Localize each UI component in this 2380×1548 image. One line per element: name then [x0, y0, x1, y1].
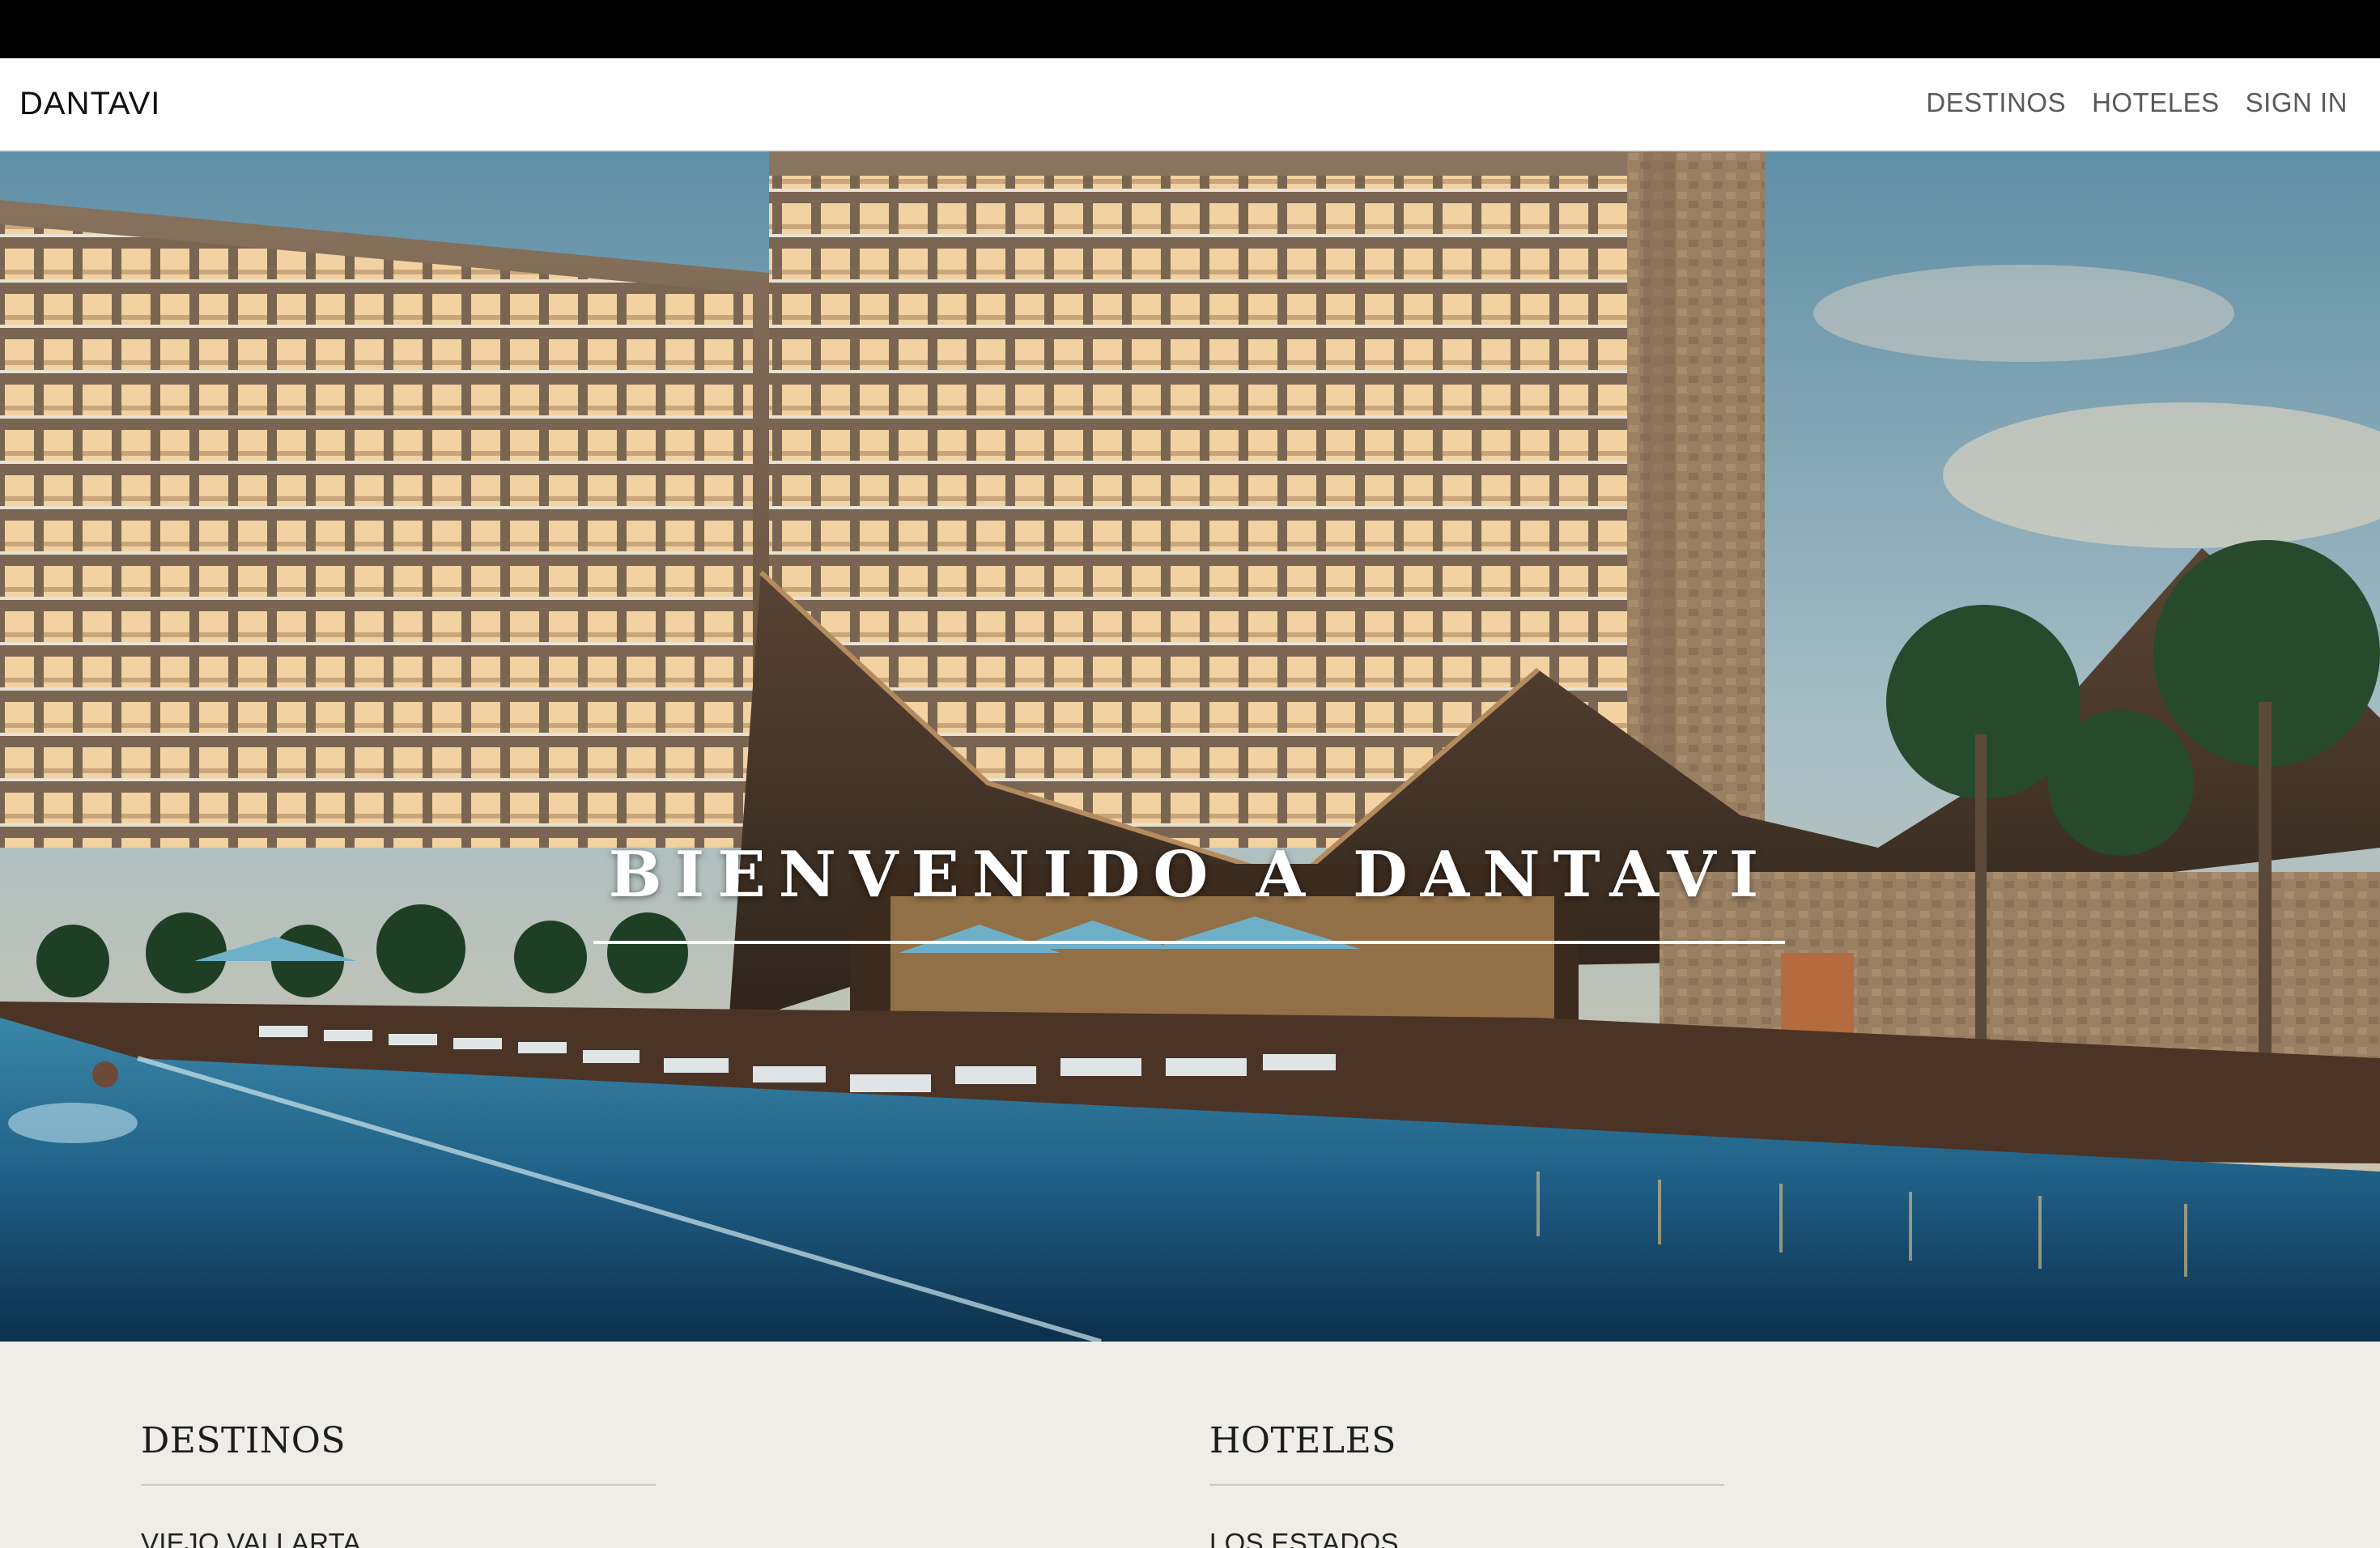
nav-link-sign-in[interactable]: SIGN IN [2246, 87, 2348, 118]
list-item: LOS ESTADOS [1209, 1528, 1724, 1548]
hero-title-divider [593, 941, 1785, 944]
hoteles-list: LOS ESTADOS [1209, 1528, 1724, 1548]
hoteles-column: HOTELES LOS ESTADOS [1209, 1420, 1724, 1548]
destinos-heading: DESTINOS [141, 1420, 346, 1461]
hotel-link-los-estados[interactable]: LOS ESTADOS [1209, 1528, 1399, 1548]
hero-banner: BIENVENIDO A DANTAVI [0, 151, 2380, 1342]
main-nav: DESTINOS HOTELES SIGN IN [1926, 87, 2348, 118]
hoteles-heading: HOTELES [1209, 1420, 1396, 1461]
nav-link-destinos[interactable]: DESTINOS [1926, 87, 2066, 118]
destinos-list: VIEJO VALLARTA [141, 1528, 656, 1548]
hero-resort-image [0, 151, 2380, 1342]
destinos-column: DESTINOS VIEJO VALLARTA [141, 1420, 656, 1548]
list-item: VIEJO VALLARTA [141, 1528, 656, 1548]
destino-link-viejo-vallarta[interactable]: VIEJO VALLARTA [141, 1528, 361, 1548]
footer-section: DESTINOS VIEJO VALLARTA HOTELES LOS ESTA… [0, 1342, 2380, 1548]
destinos-divider [141, 1484, 656, 1486]
nav-link-hoteles[interactable]: HOTELES [2092, 87, 2220, 118]
site-navbar: DANTAVI DESTINOS HOTELES SIGN IN [0, 58, 2380, 151]
browser-top-bar [0, 0, 2380, 58]
hoteles-divider [1209, 1484, 1724, 1486]
hero-title: BIENVENIDO A DANTAVI [608, 838, 1772, 912]
brand-logo-link[interactable]: DANTAVI [19, 86, 160, 122]
